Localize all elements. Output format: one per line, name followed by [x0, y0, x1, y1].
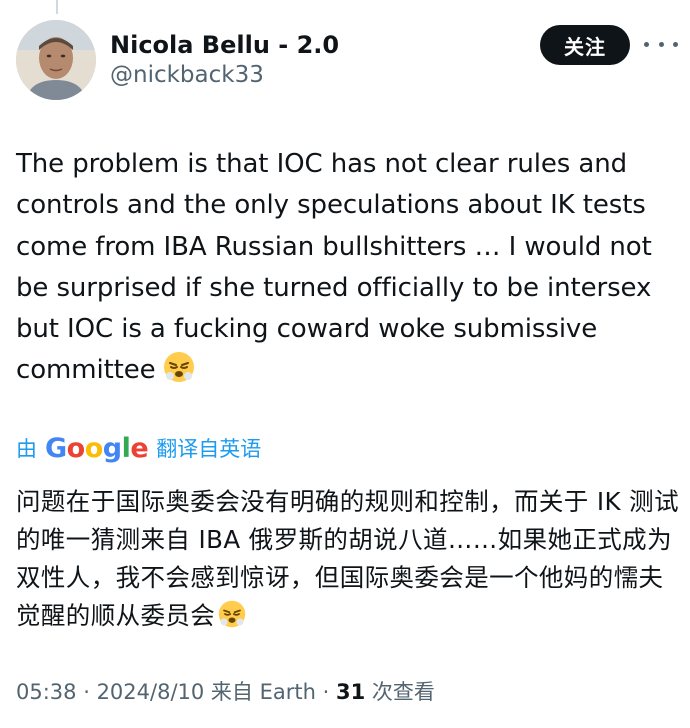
author-handle[interactable]: @nickback33	[110, 62, 264, 88]
tweet-time[interactable]: 05:38	[16, 680, 77, 704]
follow-button[interactable]: 关注	[540, 25, 630, 65]
translated-body: 问题在于国际奥委会没有明确的规则和控制，而关于 IK 测试的唯一猜测来自 IBA…	[16, 487, 679, 630]
translation-attribution[interactable]: 由 Google 翻译自英语	[16, 428, 261, 468]
author-display-name[interactable]: Nicola Bellu - 2.0	[110, 31, 339, 59]
more-dot	[644, 41, 649, 47]
tweet-text: The problem is that IOC has not clear ru…	[16, 144, 680, 398]
translation-prefix: 由	[16, 437, 37, 461]
avatar[interactable]	[16, 20, 96, 100]
more-dot	[673, 41, 678, 47]
tweet-source: Earth	[259, 680, 316, 704]
translation-suffix: 翻译自英语	[156, 437, 262, 461]
angry-steam-face-emoji-icon	[217, 599, 247, 640]
thread-connector-line	[56, 0, 58, 14]
translated-text: 问题在于国际奥委会没有明确的规则和控制，而关于 IK 测试的唯一猜测来自 IBA…	[16, 483, 680, 640]
angry-steam-face-emoji-icon	[162, 350, 196, 397]
tweet-date[interactable]: 2024/8/10	[97, 680, 205, 704]
tweet-meta: 05:38 · 2024/8/10 来自 Earth · 31 次查看	[16, 680, 435, 704]
google-logo: Google	[45, 432, 149, 464]
views-label: 次查看	[365, 680, 435, 704]
more-dot	[658, 41, 664, 47]
views-count[interactable]: 31	[336, 680, 365, 704]
more-horizontal-icon[interactable]	[644, 32, 678, 56]
tweet-body: The problem is that IOC has not clear ru…	[16, 149, 660, 386]
